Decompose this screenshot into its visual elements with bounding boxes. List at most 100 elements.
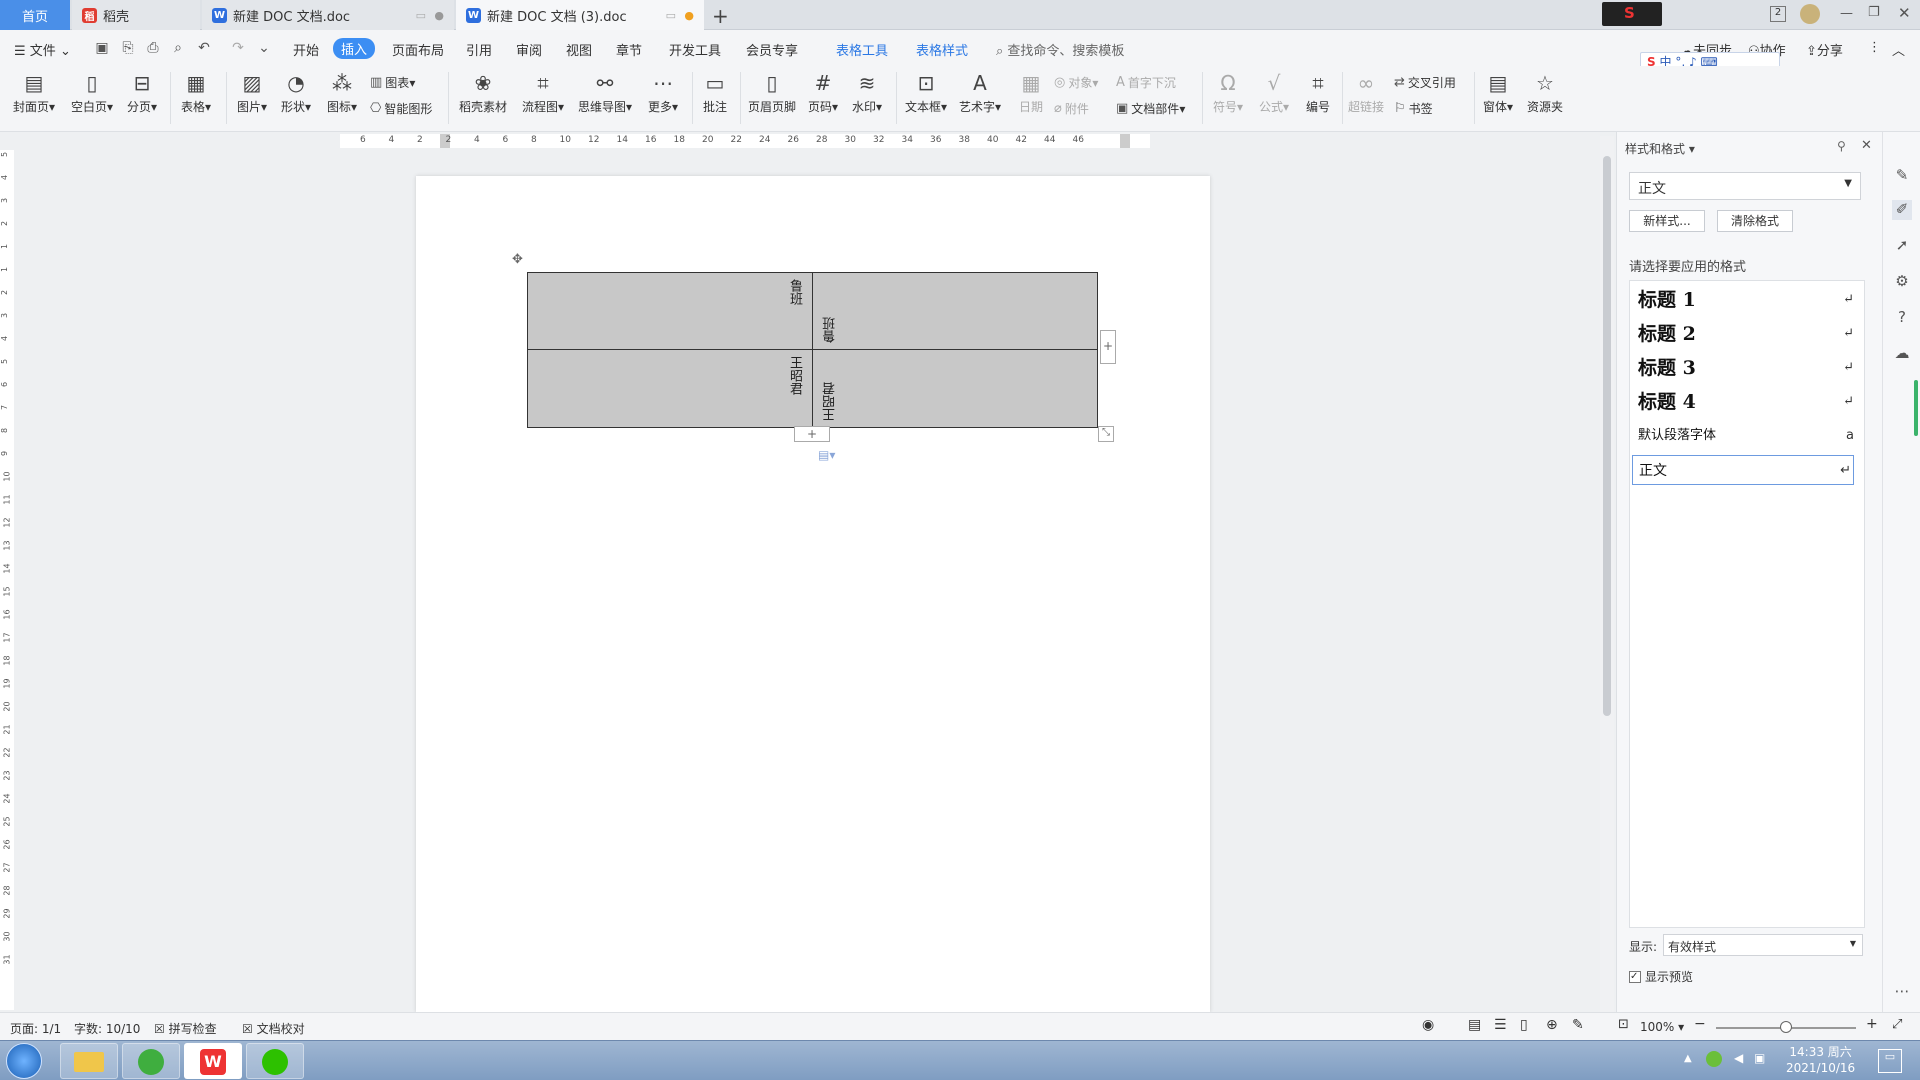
menu-review[interactable]: 审阅 [516,40,542,59]
cover-page-button[interactable]: ▤ 封面页▾ [10,70,58,115]
date-button[interactable]: ▦ 日期 [1014,70,1048,115]
show-filter-select[interactable]: 有效样式 ▼ [1663,934,1863,956]
avatar[interactable] [1800,4,1820,24]
undo-icon[interactable]: ↶ [196,40,212,56]
menu-insert[interactable]: 插入 [333,38,376,59]
mindmap-button[interactable]: ⚯ 思维导图▾ [574,70,636,115]
style-normal[interactable]: 正文 ↵ [1632,455,1854,485]
daoke-material-button[interactable]: ❀ 稻壳素材 [456,70,510,115]
cloud-icon[interactable]: ▭ [416,9,426,22]
table-move-handle-icon[interactable]: ✥ [512,252,523,267]
read-view-icon[interactable]: ▯ [1520,1017,1528,1033]
menu-reference[interactable]: 引用 [466,40,492,59]
paste-options-icon[interactable]: ▤▾ [818,448,835,462]
table-cell[interactable]: 王昭君 [812,349,1098,428]
formula-button[interactable]: √ 公式▾ [1254,70,1294,115]
watermark-button[interactable]: ≋ 水印▾ [848,70,886,115]
icon-button[interactable]: ⁂ 图标▾ [322,70,362,115]
menu-table-tools[interactable]: 表格工具 [836,40,888,59]
tab-home[interactable]: 首页 [0,0,70,30]
file-menu[interactable]: ☰ 文件 ⌄ [14,40,71,59]
browser-icon[interactable] [122,1043,180,1079]
menu-table-style[interactable]: 表格样式 [916,40,968,59]
close-icon[interactable]: ● [434,9,444,22]
zoom-out-icon[interactable]: − [1694,1016,1706,1032]
tab-doc1[interactable]: W 新建 DOC 文档.doc ▭ ● [202,0,454,30]
numbering-button[interactable]: ⌗ 编号 [1300,70,1336,115]
settings-slider-icon[interactable]: ⚙ [1892,272,1912,292]
volume-icon[interactable]: ◀ [1734,1051,1743,1065]
crossref-button[interactable]: ⇄ 交叉引用 [1394,74,1456,91]
wechat-icon[interactable] [246,1043,304,1079]
symbol-button[interactable]: Ω 符号▾ [1208,70,1248,115]
cloud-icon[interactable]: ▭ [666,9,676,22]
word-count[interactable]: 字数: 10/10 [74,1020,140,1037]
comment-button[interactable]: ▭ 批注 [696,70,734,115]
close-window-icon[interactable]: ✕ [1898,4,1911,22]
table-cell[interactable]: 鲁班 [527,272,813,350]
print-icon[interactable]: ⎙ [145,40,161,56]
zoom-dropdown[interactable]: 100% ▾ [1640,1020,1684,1034]
zoom-slider-thumb[interactable] [1780,1021,1792,1033]
zoom-in-icon[interactable]: + [1866,1016,1878,1032]
menu-section[interactable]: 章节 [616,40,642,59]
new-style-button[interactable]: 新样式... [1629,210,1705,232]
style-heading-4[interactable]: 标题 4 ↵ [1638,387,1856,417]
menu-layout[interactable]: 页面布局 [392,40,444,59]
close-panel-icon[interactable]: ✕ [1861,138,1872,153]
style-heading-2[interactable]: 标题 2 ↵ [1638,319,1856,349]
restore-icon[interactable]: ❐ [1868,5,1880,20]
tray-expand-icon[interactable]: ▲ [1684,1053,1692,1064]
bookmark-button[interactable]: ⚐ 书签 [1394,100,1433,117]
help-icon[interactable]: ? [1892,308,1912,328]
shape-button[interactable]: ◔ 形状▾ [276,70,316,115]
fit-page-icon[interactable]: ⊡ [1618,1017,1629,1032]
wps-taskbar-icon[interactable]: W [184,1043,242,1079]
start-button-icon[interactable] [6,1043,42,1079]
print-preview-icon[interactable]: ⌕ [170,40,186,56]
menu-member[interactable]: 会员专享 [746,40,798,59]
horizontal-ruler[interactable]: 6 4 2 2 4 6 8 10 12 14 16 18 20 22 24 26 28 30 32 34 36 38 40 4… [340,134,1150,148]
more-menu-icon[interactable]: ⋮ [1868,40,1881,55]
vertical-scrollbar[interactable] [1600,136,1614,1012]
vertical-ruler[interactable]: 5 4 3 2 1 1 2 3 4 5 6 7 8 9 10 11 12 13 14 15 16 17 18 19 20 21 22… [0,150,14,1010]
backup-icon[interactable]: ☁ [1892,344,1912,364]
style-heading-1[interactable]: 标题 1 ↵ [1638,285,1856,315]
table-cell[interactable]: 鲁班 [812,272,1098,350]
redo-icon[interactable]: ↷ [230,40,246,56]
hyperlink-button[interactable]: ∞ 超链接 [1346,70,1386,115]
explorer-icon[interactable] [60,1043,118,1079]
table-button[interactable]: ▦ 表格▾ [176,70,216,115]
scrollbar-thumb[interactable] [1603,156,1611,716]
export-pdf-icon[interactable]: ⎘ [120,40,136,56]
menu-view[interactable]: 视图 [566,40,592,59]
flowchart-button[interactable]: ⌗ 流程图▾ [518,70,568,115]
tab-daoke[interactable]: 稻稻壳 [72,0,200,30]
tab-doc2[interactable]: W 新建 DOC 文档 (3).doc ▭ ● [456,0,704,30]
add-tab-icon[interactable]: + [712,4,729,28]
share-button[interactable]: ⇪分享 [1806,40,1843,59]
add-column-icon[interactable]: + [1100,330,1116,364]
menu-devtools[interactable]: 开发工具 [669,40,721,59]
style-brush-icon[interactable]: ✐ [1892,200,1912,220]
wordart-button[interactable]: A 艺术字▾ [956,70,1004,115]
style-default-font[interactable]: 默认段落字体 a [1638,421,1856,451]
window-form-button[interactable]: ▤ 窗体▾ [1478,70,1518,115]
customize-toolbar-icon[interactable]: ⌄ [256,40,272,56]
tray-app-icon[interactable] [1706,1051,1722,1067]
page-break-button[interactable]: ⊟ 分页▾ [122,70,162,115]
write-mode-icon[interactable]: ✎ [1572,1017,1584,1033]
dropcap-button[interactable]: A 首字下沉 [1116,74,1176,91]
pin-icon[interactable]: ⚲ [1837,139,1846,153]
notification-icon[interactable]: ▭ [1878,1049,1902,1073]
doc-proof[interactable]: ☒ 文档校对 [242,1020,305,1037]
panel-title[interactable]: 样式和格式 ▾ [1625,140,1695,157]
preview-checkbox[interactable]: ✓ 显示预览 [1629,968,1693,985]
chart-button[interactable]: ▥ 图表 ▾ [370,74,415,91]
doc-parts-button[interactable]: ▣ 文档部件 ▾ [1116,100,1185,117]
quick-tool-icon[interactable]: ✎ [1892,166,1912,186]
spell-check[interactable]: ☒ 拼写检查 [154,1020,217,1037]
more-button[interactable]: ⋯ 更多▾ [642,70,684,115]
current-style-select[interactable]: 正文 ▼ [1629,172,1861,200]
command-search[interactable]: ⌕ 查找命令、搜索模板 [996,40,1124,59]
